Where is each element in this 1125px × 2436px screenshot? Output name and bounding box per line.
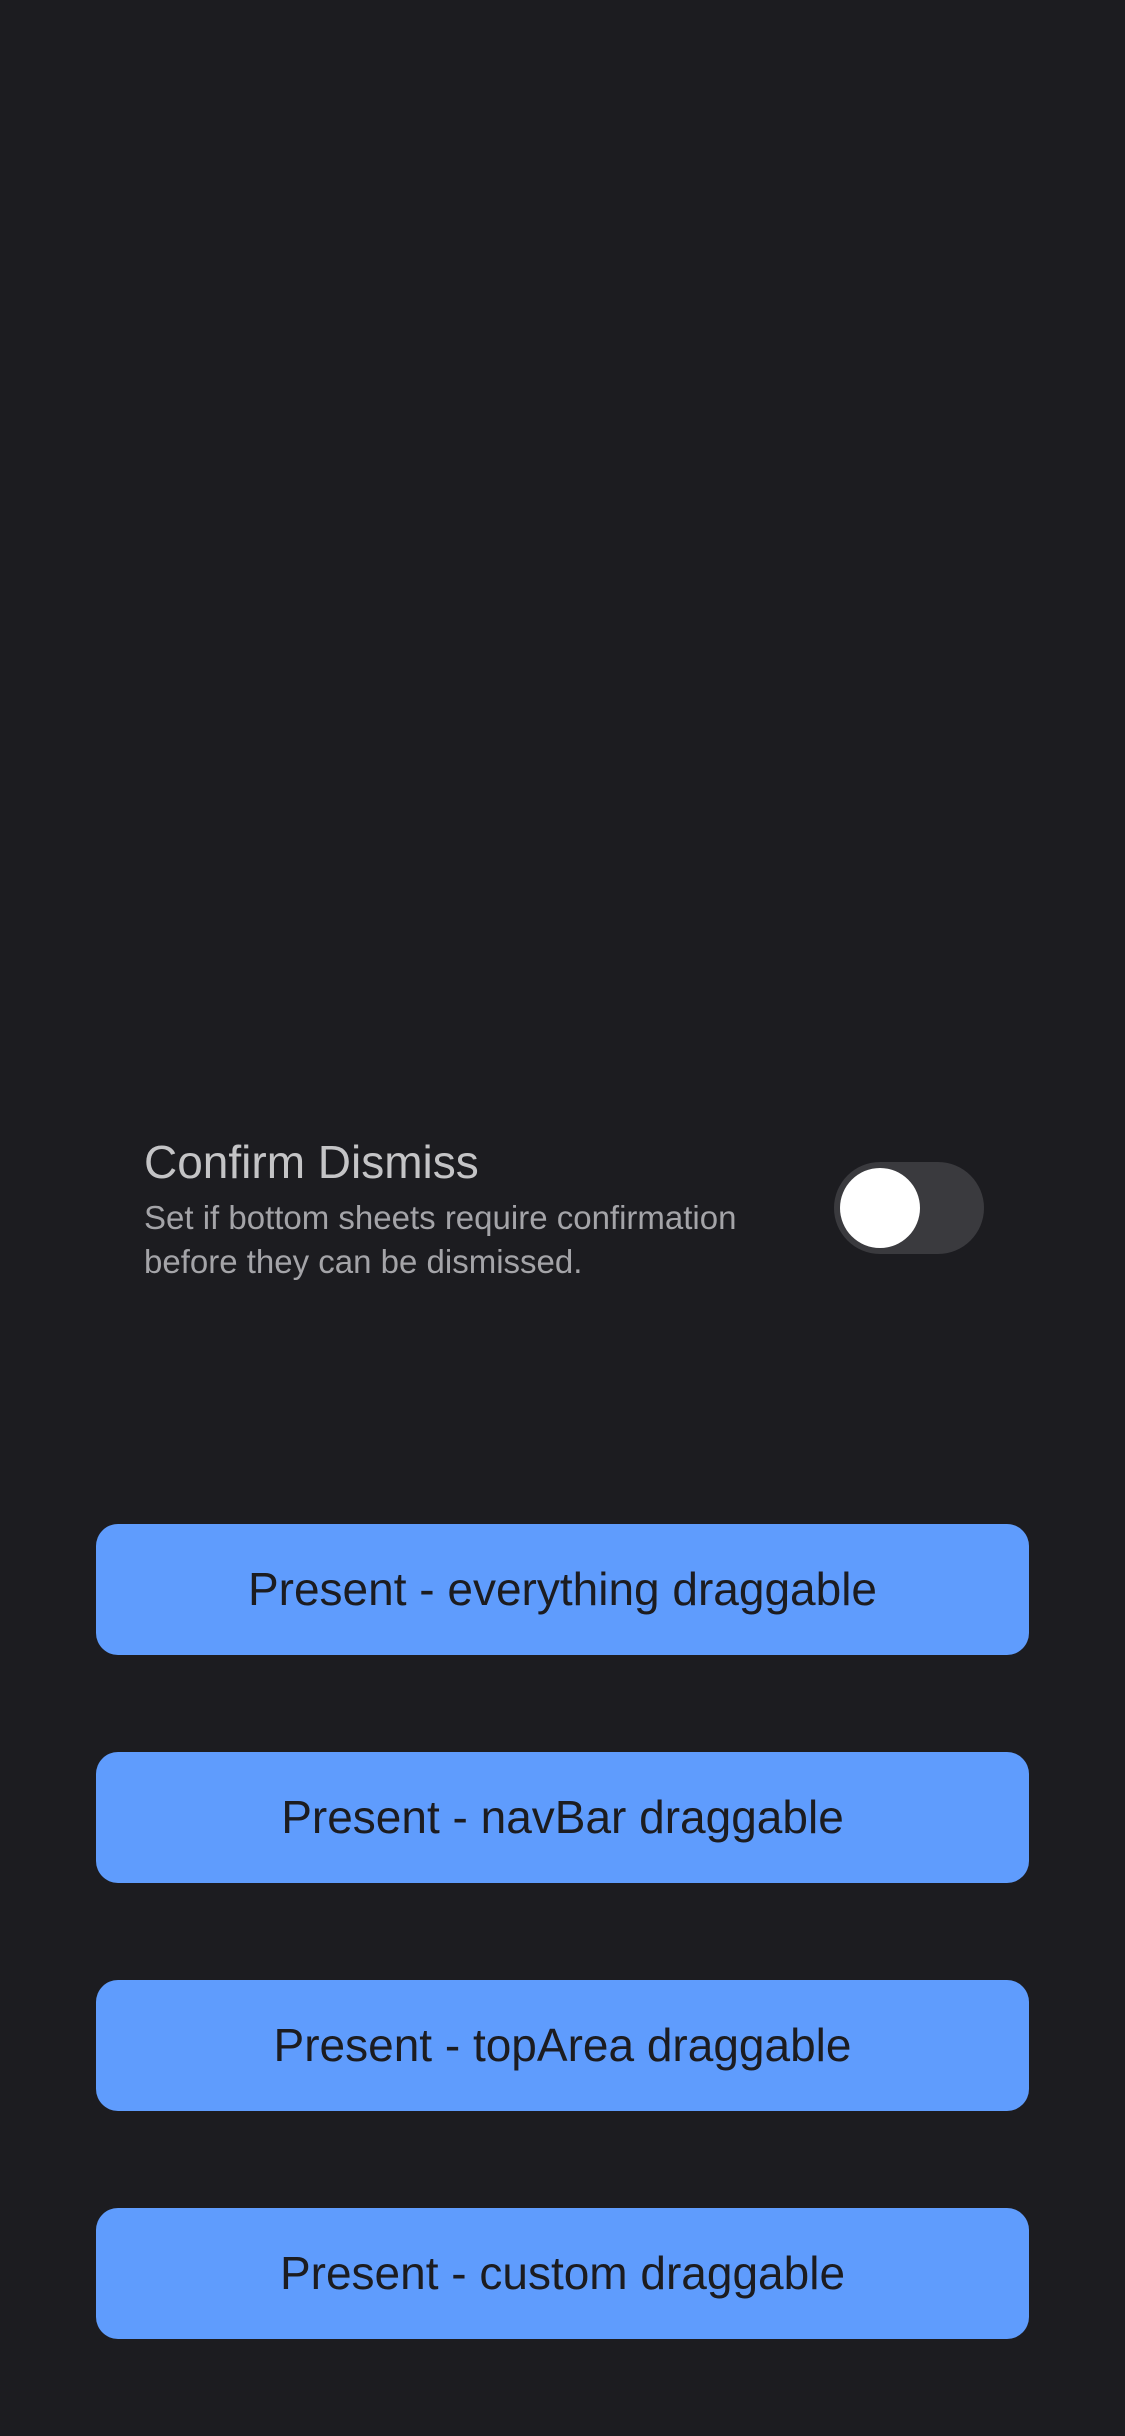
present-toparea-draggable-button[interactable]: Present - topArea draggable <box>96 1980 1029 2111</box>
setting-description: Set if bottom sheets require confirmatio… <box>144 1199 737 1280</box>
setting-title: Confirm Dismiss <box>144 1136 479 1188</box>
present-everything-draggable-button[interactable]: Present - everything draggable <box>96 1524 1029 1655</box>
present-custom-draggable-button[interactable]: Present - custom draggable <box>96 2208 1029 2339</box>
confirm-dismiss-toggle[interactable] <box>834 1162 984 1254</box>
present-navbar-draggable-button[interactable]: Present - navBar draggable <box>96 1752 1029 1883</box>
toggle-knob <box>840 1168 920 1248</box>
confirm-dismiss-setting: Confirm Dismiss Set if bottom sheets req… <box>144 1130 994 1290</box>
